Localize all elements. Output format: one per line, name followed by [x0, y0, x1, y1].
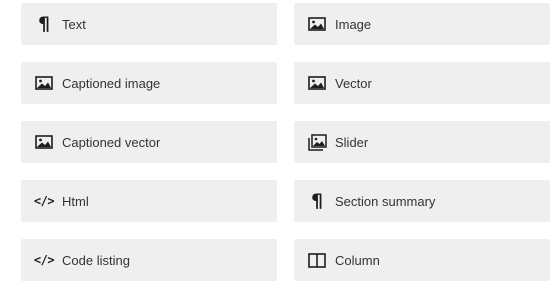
block-type-grid: ¶ Text Image Captioned image Vector Capt…: [21, 3, 550, 281]
block-code-listing[interactable]: </> Code listing: [21, 239, 277, 281]
block-column[interactable]: Column: [294, 239, 550, 281]
block-label: Html: [62, 193, 89, 209]
block-label: Image: [335, 16, 372, 32]
block-label: Column: [335, 252, 380, 268]
block-captioned-image[interactable]: Captioned image: [21, 62, 277, 104]
block-vector[interactable]: Vector: [294, 62, 550, 104]
column-icon: [307, 250, 327, 270]
block-text[interactable]: ¶ Text: [21, 3, 277, 45]
block-slider[interactable]: Slider: [294, 121, 550, 163]
slider-icon: [307, 132, 327, 152]
block-label: Captioned vector: [62, 134, 161, 150]
block-label: Captioned image: [62, 75, 161, 91]
code-icon: </>: [33, 253, 55, 267]
block-section-summary[interactable]: ¶ Section summary: [294, 180, 550, 222]
image-icon: [34, 132, 54, 152]
image-icon: [307, 14, 327, 34]
paragraph-icon: ¶: [37, 12, 51, 35]
paragraph-icon: ¶: [310, 189, 324, 212]
block-image[interactable]: Image: [294, 3, 550, 45]
block-label: Slider: [335, 134, 369, 150]
block-captioned-vector[interactable]: Captioned vector: [21, 121, 277, 163]
block-label: Section summary: [335, 193, 436, 209]
block-label: Text: [62, 16, 86, 32]
block-label: Code listing: [62, 252, 130, 268]
code-icon: </>: [33, 194, 55, 208]
image-icon: [34, 73, 54, 93]
block-html[interactable]: </> Html: [21, 180, 277, 222]
image-icon: [307, 73, 327, 93]
block-label: Vector: [335, 75, 372, 91]
